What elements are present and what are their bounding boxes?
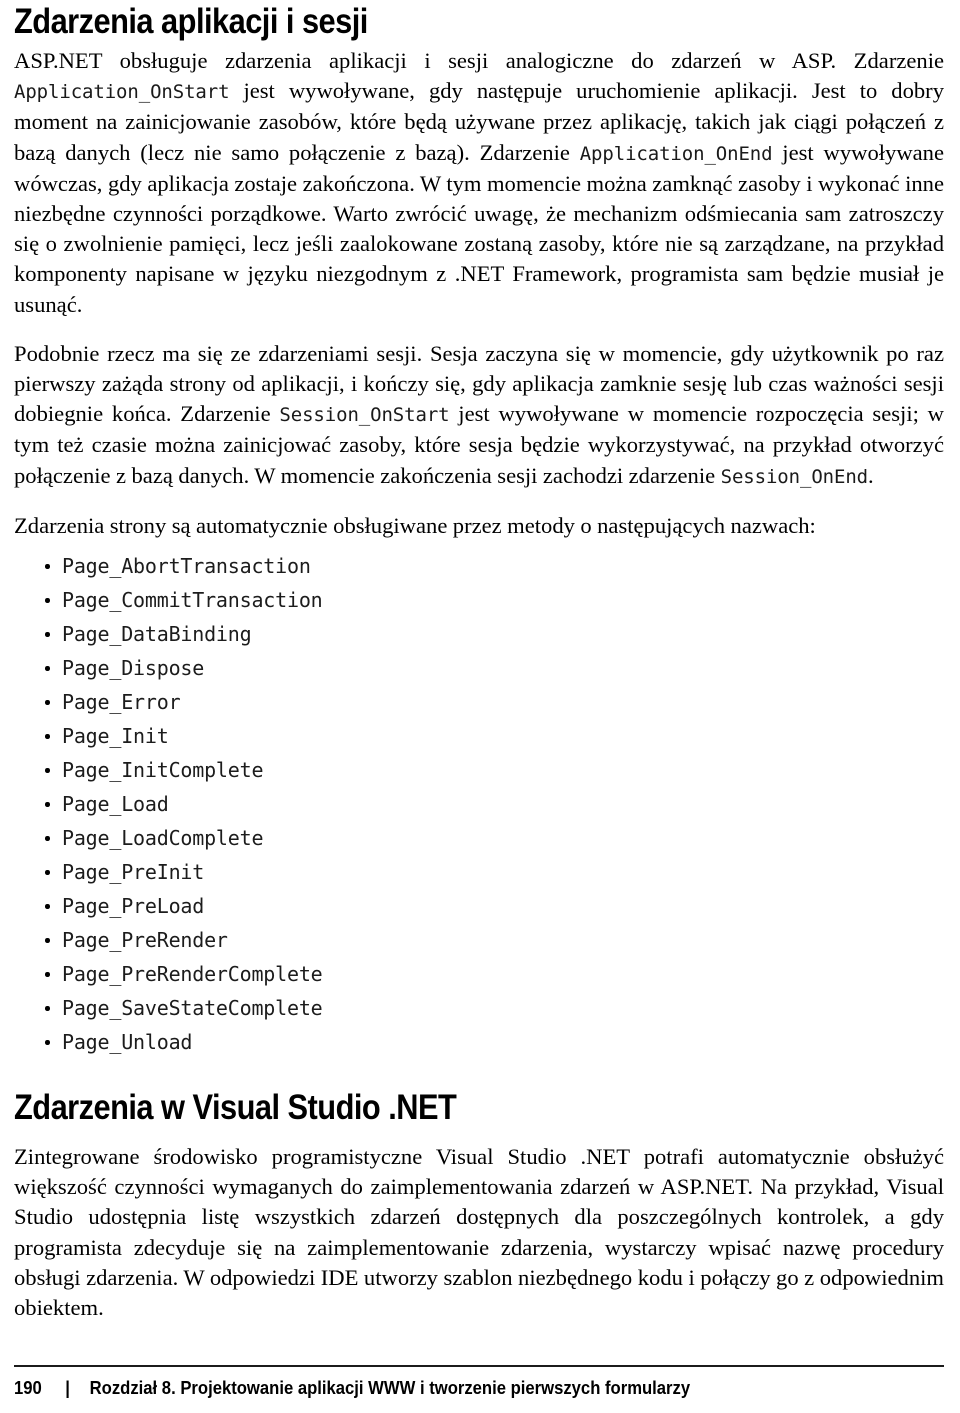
- heading-wrapper-visual-studio-events: Zdarzenia w Visual Studio .NET: [14, 1080, 944, 1142]
- paragraph-visual-studio: Zintegrowane środowisko programistyczne …: [14, 1144, 944, 1321]
- list-item: Page_Init: [14, 719, 944, 753]
- footer-separator: |: [65, 1377, 70, 1398]
- inline-code-session-onend: Session_OnEnd: [720, 465, 869, 488]
- paragraph-text-part: .: [868, 462, 874, 488]
- list-item: Page_PreRender: [14, 923, 944, 957]
- list-item: Page_PreInit: [14, 855, 944, 889]
- list-item: Page_PreLoad: [14, 889, 944, 923]
- list-item: Page_Error: [14, 685, 944, 719]
- paragraph-page-event-methods-intro: Zdarzenia strony są automatycznie obsług…: [14, 512, 816, 538]
- list-item: Page_AbortTransaction: [14, 549, 944, 583]
- inline-code-application-onend: Application_OnEnd: [579, 142, 773, 165]
- list-item: Page_Unload: [14, 1025, 944, 1059]
- list-item: Page_SaveStateComplete: [14, 991, 944, 1025]
- page-title: Zdarzenia aplikacji i sesji: [14, 2, 368, 41]
- list-item: Page_DataBinding: [14, 617, 944, 651]
- page-event-method-list: Page_AbortTransaction Page_CommitTransac…: [14, 549, 944, 1059]
- list-item: Page_LoadComplete: [14, 821, 944, 855]
- section-heading-visual-studio: Zdarzenia w Visual Studio .NET: [14, 1088, 457, 1128]
- list-item: Page_InitComplete: [14, 753, 944, 787]
- footer-divider: [14, 1364, 944, 1367]
- paragraph-text-part: jest wywoływane wówczas, gdy aplikacja z…: [14, 139, 944, 317]
- page-footer: 190 | Rozdział 8. Projektowanie aplikacj…: [14, 1364, 944, 1399]
- inline-code-session-onstart: Session_OnStart: [279, 404, 450, 427]
- paragraph-application-session-events: ASP.NET obsługuje zdarzenia aplikacji i …: [14, 46, 944, 320]
- chapter-title: Rozdział 8. Projektowanie aplikacji WWW …: [89, 1377, 691, 1398]
- paragraph-session-events: Podobnie rzecz ma się ze zdarzeniami ses…: [14, 339, 944, 492]
- list-item: Page_CommitTransaction: [14, 583, 944, 617]
- document-page: Zdarzenia aplikacji i sesji ASP.NET obsł…: [0, 0, 960, 1413]
- heading-wrapper-application-session-events: Zdarzenia aplikacji i sesji: [14, 0, 944, 46]
- footer-content: 190 | Rozdział 8. Projektowanie aplikacj…: [14, 1377, 851, 1399]
- paragraph-text-part: ASP.NET obsługuje zdarzenia aplikacji i …: [14, 48, 944, 73]
- list-item: Page_PreRenderComplete: [14, 957, 944, 991]
- inline-code-application-onstart: Application_OnStart: [14, 81, 230, 104]
- list-item: Page_Dispose: [14, 651, 944, 685]
- list-item: Page_Load: [14, 787, 944, 821]
- page-number: 190: [14, 1377, 42, 1398]
